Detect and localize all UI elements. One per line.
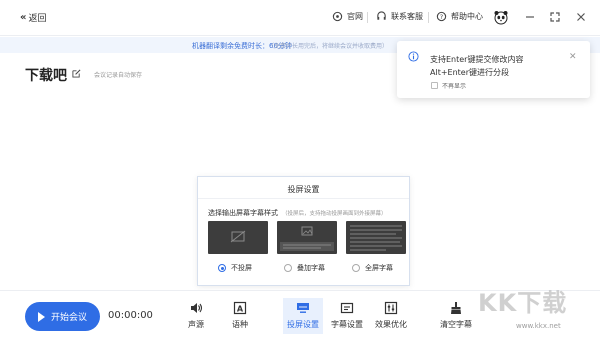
watermark: KK下载 www.kkx.net — [478, 283, 596, 335]
screen-cast-icon — [297, 303, 309, 313]
start-meeting-button[interactable]: 开始会议 — [25, 302, 100, 331]
tool-label: 声源 — [188, 320, 204, 329]
radio-overlay-subtitle[interactable] — [284, 264, 292, 272]
equalizer-icon — [384, 301, 398, 315]
radio-fullscreen-subtitle[interactable] — [352, 264, 360, 272]
preview-overlay-subtitle[interactable] — [277, 221, 337, 254]
autosave-hint: 会议记录自动保存 — [94, 72, 143, 79]
help-icon: ? — [436, 11, 447, 22]
no-screen-icon — [230, 230, 246, 243]
close-window-button[interactable] — [574, 10, 588, 24]
tool-projection-settings[interactable]: 投屏设置 — [283, 298, 323, 334]
minimize-icon — [526, 16, 534, 18]
dialog-subtitle-note: （投屏后，支持拖动投屏画面到外接屏幕） — [282, 211, 387, 217]
preview-no-projection[interactable] — [208, 221, 268, 254]
dialog-title: 投屏设置 — [287, 185, 320, 194]
tooltip-close-icon[interactable]: ✕ — [569, 52, 577, 62]
subtitle-icon — [340, 302, 354, 314]
tool-sound-source[interactable]: 声源 — [176, 298, 216, 334]
help-center-link[interactable]: ? 帮助中心 — [436, 11, 483, 22]
svg-text:?: ? — [440, 13, 443, 21]
help-center-label: 帮助中心 — [451, 12, 483, 21]
option-fullscreen-subtitle[interactable]: 全屏字幕 — [352, 263, 393, 273]
divider — [428, 12, 429, 23]
meeting-timer: 00:00:00 — [108, 310, 153, 321]
headset-icon — [377, 11, 386, 20]
option-label: 全屏字幕 — [365, 264, 393, 272]
text-lines-icon — [350, 225, 402, 251]
maximize-icon — [550, 12, 560, 22]
panda-avatar-icon[interactable] — [493, 9, 509, 25]
watermark-brand: KK下载 — [478, 289, 568, 317]
double-chevron-left-icon: « — [20, 12, 27, 23]
maximize-button[interactable] — [548, 10, 562, 24]
page-title: 下载吧 — [25, 68, 67, 84]
customer-service-link[interactable]: 联系客服 — [376, 11, 423, 22]
close-icon — [577, 13, 585, 21]
tooltip-line-1: 支持Enter键提交修改内容 — [430, 55, 524, 64]
edit-icon[interactable] — [72, 69, 81, 78]
tool-effect-optimization[interactable]: 效果优化 — [371, 298, 411, 334]
info-icon — [408, 51, 419, 62]
tool-clear-subtitles[interactable]: 清空字幕 — [436, 298, 476, 334]
free-time-note: （免费时长用完后，将继续会议并收取费用） — [268, 43, 389, 50]
title-bar: « 返回 官网 联系客服 ? 帮助中心 — [0, 0, 600, 36]
projection-settings-dialog: 投屏设置 选择输出屏幕字幕样式 （投屏后，支持拖动投屏画面到外接屏幕） 不投屏 … — [197, 176, 410, 286]
divider — [367, 12, 368, 23]
tool-label: 语种 — [232, 320, 248, 329]
website-link[interactable]: 官网 — [332, 11, 363, 22]
speaker-icon — [191, 303, 203, 313]
back-label: 返回 — [28, 14, 47, 24]
dialog-header: 投屏设置 — [198, 177, 409, 199]
dont-show-again-checkbox[interactable] — [431, 82, 438, 89]
tool-subtitle-settings[interactable]: 字幕设置 — [327, 298, 367, 334]
language-icon: A — [233, 301, 247, 315]
customer-service-label: 联系客服 — [391, 12, 423, 21]
image-overlay-icon — [280, 226, 334, 251]
option-no-projection[interactable]: 不投屏 — [218, 263, 252, 273]
website-label: 官网 — [347, 12, 363, 21]
back-button[interactable]: « 返回 — [20, 11, 46, 24]
minimize-button[interactable] — [523, 10, 537, 24]
tooltip-line-2: Alt+Enter键进行分段 — [430, 68, 510, 77]
dialog-subtitle: 选择输出屏幕字幕样式 — [208, 209, 278, 217]
tool-label: 字幕设置 — [331, 320, 363, 329]
play-icon — [37, 311, 45, 322]
radio-no-projection[interactable] — [218, 264, 226, 272]
watermark-url: www.kkx.net — [516, 322, 561, 330]
preview-fullscreen-subtitle[interactable] — [346, 221, 406, 254]
tool-label: 清空字幕 — [440, 320, 472, 329]
shortcut-tooltip: 支持Enter键提交修改内容 Alt+Enter键进行分段 ✕ 不再显示 — [397, 41, 590, 98]
start-meeting-label: 开始会议 — [50, 313, 87, 323]
option-overlay-subtitle[interactable]: 叠加字幕 — [284, 263, 325, 273]
dont-show-again-label: 不再显示 — [442, 83, 467, 90]
svg-text:A: A — [237, 305, 244, 314]
tool-language[interactable]: A 语种 — [220, 298, 260, 334]
option-label: 不投屏 — [231, 264, 252, 272]
home-icon — [332, 11, 343, 22]
broom-icon — [451, 302, 461, 314]
tool-label: 效果优化 — [375, 320, 407, 329]
tool-label: 投屏设置 — [287, 320, 319, 329]
option-label: 叠加字幕 — [297, 264, 325, 272]
